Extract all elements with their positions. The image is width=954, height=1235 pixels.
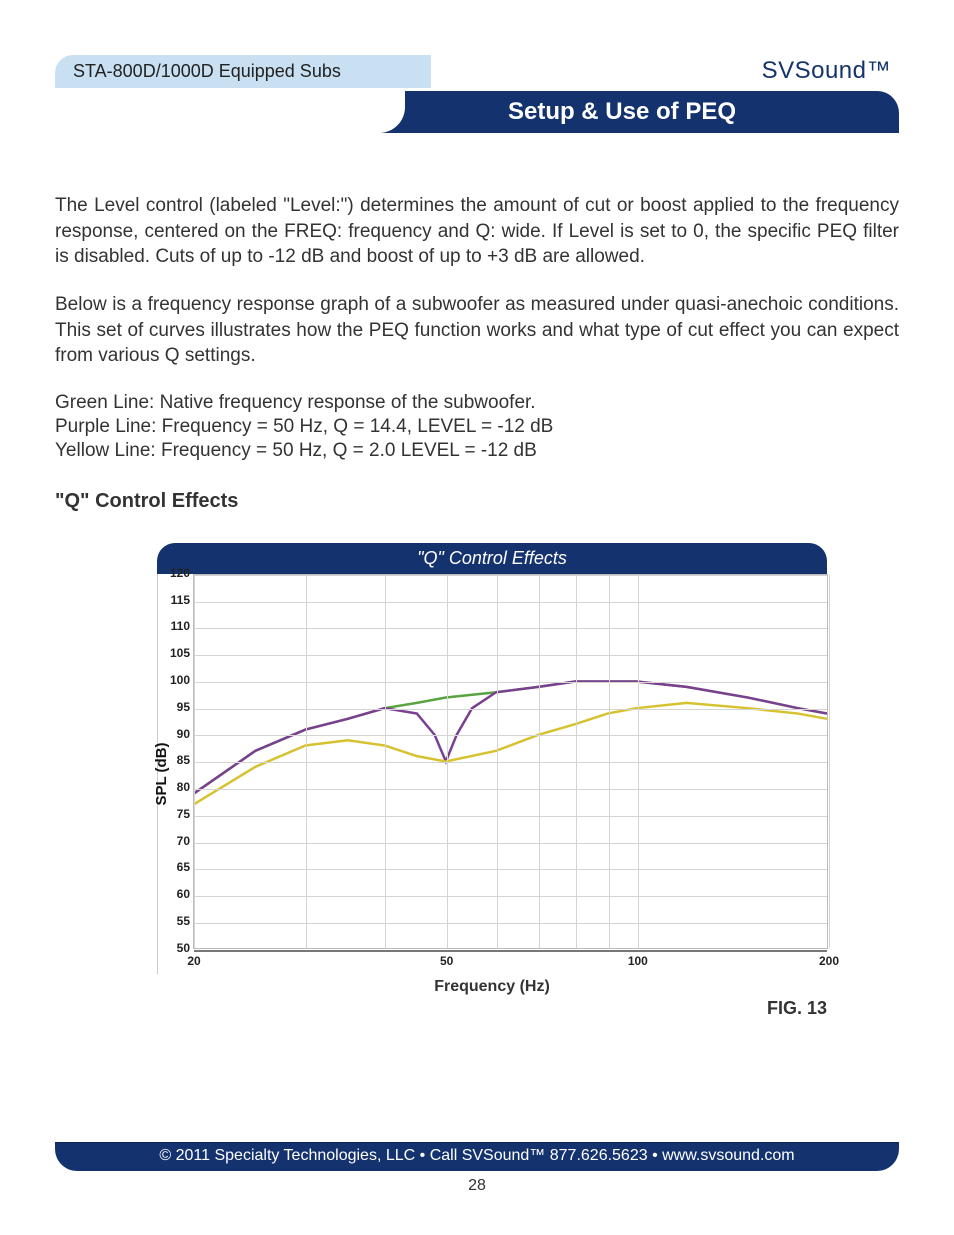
- brand-label: SVSound™: [762, 57, 891, 85]
- y-tick-label: 95: [177, 700, 194, 714]
- x-tick-label: 50: [440, 954, 453, 968]
- y-tick-label: 60: [177, 887, 194, 901]
- x-tick-label: 200: [819, 954, 839, 968]
- plot-area: 5055606570758085909510010511011512020501…: [193, 574, 828, 949]
- legend-line-green: Green Line: Native frequency response of…: [55, 391, 899, 415]
- legend-line-yellow: Yellow Line: Frequency = 50 Hz, Q = 2.0 …: [55, 439, 899, 463]
- chart-title: "Q" Control Effects: [157, 543, 827, 574]
- y-tick-label: 90: [177, 727, 194, 741]
- paragraph-2: Below is a frequency response graph of a…: [55, 292, 899, 369]
- y-tick-label: 105: [170, 646, 194, 660]
- section-title-bar: Setup & Use of PEQ: [55, 91, 899, 133]
- y-tick-label: 115: [171, 593, 194, 607]
- x-axis-label: Frequency (Hz): [157, 978, 827, 996]
- paragraph-1: The Level control (labeled "Level:") det…: [55, 193, 899, 270]
- x-tick-label: 100: [628, 954, 648, 968]
- chart-series: [194, 681, 827, 793]
- legend-line-purple: Purple Line: Frequency = 50 Hz, Q = 14.4…: [55, 415, 899, 439]
- chart-heading: "Q" Control Effects: [55, 490, 899, 513]
- y-tick-label: 70: [177, 834, 194, 848]
- y-tick-label: 65: [177, 860, 194, 874]
- y-tick-label: 80: [177, 780, 194, 794]
- y-tick-label: 120: [170, 566, 194, 580]
- page-number: 28: [55, 1177, 899, 1195]
- y-tick-label: 50: [177, 941, 194, 955]
- footer: © 2011 Specialty Technologies, LLC • Cal…: [55, 1142, 899, 1195]
- y-tick-label: 85: [177, 753, 194, 767]
- y-axis-label: SPL (dB): [153, 742, 170, 805]
- header-row: STA-800D/1000D Equipped Subs SVSound™: [55, 55, 899, 91]
- chart-body: SPL (dB) 5055606570758085909510010511011…: [157, 574, 827, 974]
- body-text: The Level control (labeled "Level:") det…: [55, 193, 899, 513]
- footer-bar: © 2011 Specialty Technologies, LLC • Cal…: [55, 1142, 899, 1171]
- chart-container: "Q" Control Effects SPL (dB) 50556065707…: [127, 543, 827, 1019]
- header-left-pill: STA-800D/1000D Equipped Subs: [55, 55, 431, 88]
- section-title: Setup & Use of PEQ: [405, 98, 899, 126]
- y-tick-label: 55: [177, 914, 194, 928]
- y-tick-label: 75: [177, 807, 194, 821]
- x-tick-label: 20: [187, 954, 200, 968]
- y-tick-label: 100: [170, 673, 194, 687]
- figure-label: FIG. 13: [127, 998, 827, 1019]
- y-tick-label: 110: [171, 619, 194, 633]
